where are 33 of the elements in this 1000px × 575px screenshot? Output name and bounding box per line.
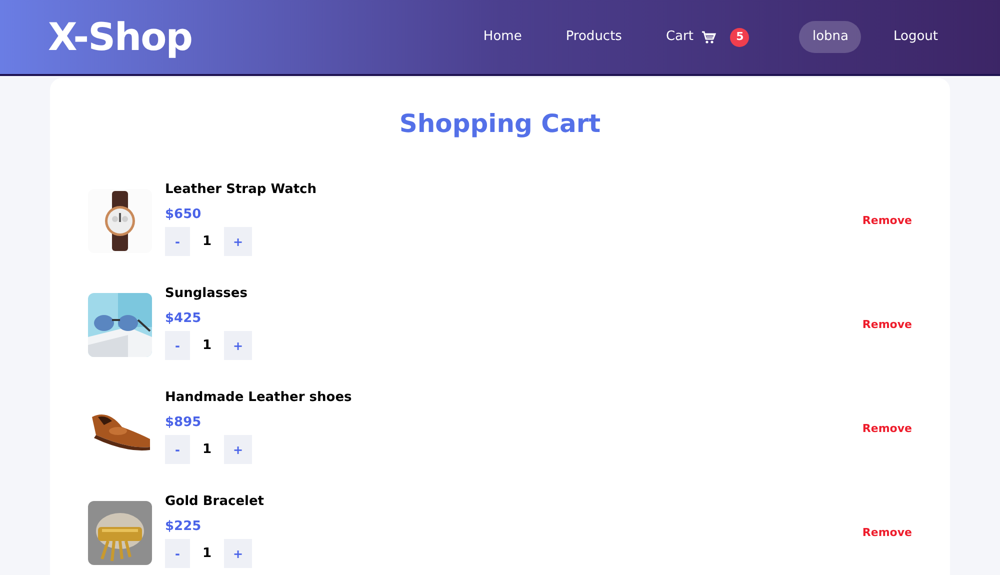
user-profile-link[interactable]: lobna	[799, 21, 862, 53]
increase-quantity-button[interactable]: +	[224, 331, 252, 360]
quantity-value: 1	[201, 337, 213, 355]
product-price: $225	[165, 519, 202, 536]
quantity-value: 1	[201, 441, 213, 459]
product-name: Sunglasses	[165, 286, 248, 302]
increase-quantity-button[interactable]: +	[224, 435, 252, 464]
product-price: $425	[165, 311, 202, 328]
page-title: Shopping Cart	[398, 108, 602, 140]
product-price: $650	[165, 207, 202, 224]
product-name: Gold Bracelet	[165, 494, 264, 510]
decrease-quantity-button[interactable]: -	[165, 331, 190, 360]
cart-icon[interactable]	[701, 30, 716, 44]
product-price: $895	[165, 415, 202, 432]
remove-link[interactable]: Remove	[862, 420, 912, 437]
nav-link[interactable]: Products	[554, 21, 634, 53]
site-logo[interactable]: X-Shop	[48, 8, 192, 66]
cart-count-badge: 5	[730, 28, 750, 46]
decrease-quantity-button[interactable]: -	[165, 435, 190, 464]
remove-link[interactable]: Remove	[862, 524, 912, 541]
quantity-value: 1	[201, 233, 213, 251]
decrease-quantity-button[interactable]: -	[165, 539, 190, 568]
decrease-quantity-button[interactable]: -	[165, 227, 190, 256]
remove-link[interactable]: Remove	[862, 316, 912, 333]
cart-link[interactable]: Cart	[666, 27, 694, 47]
increase-quantity-button[interactable]: +	[224, 227, 252, 256]
remove-link[interactable]: Remove	[862, 212, 912, 229]
increase-quantity-button[interactable]: +	[224, 539, 252, 568]
nav-link[interactable]: Home	[471, 21, 534, 53]
nav-link[interactable]: Logout	[881, 21, 950, 53]
product-name: Leather Strap Watch	[165, 182, 317, 198]
product-name: Handmade Leather shoes	[165, 390, 352, 406]
quantity-value: 1	[201, 545, 213, 563]
